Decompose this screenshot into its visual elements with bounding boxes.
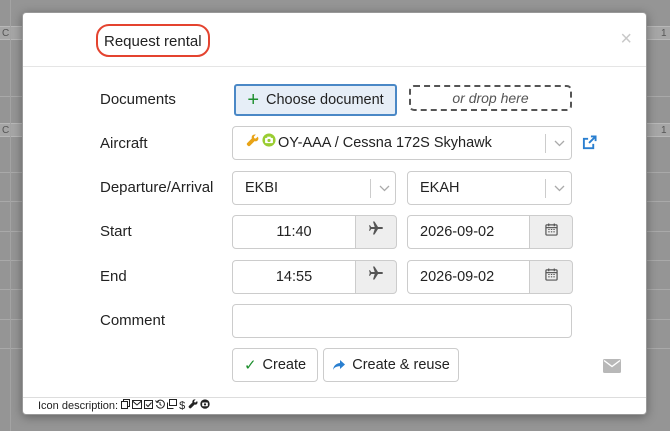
create-and-reuse-label: Create & reuse [352,357,450,373]
aircraft-label: Aircraft [100,135,148,152]
start-time-input[interactable]: 11:40 [232,215,397,249]
calendar-icon [544,216,558,248]
checkbox-icon [144,398,154,414]
comment-input[interactable] [232,304,572,338]
check-icon: ✓ [243,357,257,374]
start-label: Start [100,223,132,240]
request-rental-modal: Request rental × Documents + Choose docu… [22,12,647,415]
end-label: End [100,268,127,285]
print-icon [167,398,178,414]
close-icon[interactable]: × [620,28,632,50]
start-date-input[interactable]: 2026-09-02 [407,215,573,249]
create-button[interactable]: ✓ Create [232,348,318,382]
arrival-select[interactable]: EKAH [407,171,572,205]
background-col-marker: C [2,125,10,136]
history-icon [155,398,165,414]
end-arrival-button[interactable] [355,260,397,294]
icon-legend-icons: $ [121,398,210,414]
background-col-marker: 1 [661,28,667,39]
comment-label: Comment [100,312,166,329]
envelope-icon[interactable] [603,359,621,378]
airplane-icon [368,261,384,293]
background-col-marker: C [2,28,10,39]
start-date-value: 2026-09-02 [420,224,495,240]
choose-document-button[interactable]: + Choose document [234,84,397,116]
icon-legend-footer: Icon description: $ [23,397,646,414]
share-icon [332,359,346,372]
aircraft-value: OY-AAA / Cessna 172S Skyhawk [278,135,492,151]
background-col-marker: 1 [661,125,667,136]
end-calendar-button[interactable] [529,260,573,294]
wrench-icon [188,398,198,414]
calendar-icon [544,261,558,293]
start-time-value: 11:40 [276,224,312,240]
create-label: Create [262,357,307,373]
aircraft-select[interactable]: OY-AAA / Cessna 172S Skyhawk [232,126,572,160]
start-calendar-button[interactable] [529,215,573,249]
chevron-down-icon [548,127,570,159]
icon-legend-label: Icon description: [38,400,119,412]
airplane-icon [368,216,384,248]
end-time-input[interactable]: 14:55 [232,260,397,294]
drop-zone-label: or drop here [452,90,529,106]
end-time-value: 14:55 [275,269,313,285]
departure-select[interactable]: EKBI [232,171,396,205]
external-link-icon[interactable] [582,135,597,155]
copy-icon [121,398,131,414]
documents-label: Documents [100,91,176,108]
departure-arrival-label: Departure/Arrival [100,179,214,196]
document-drop-zone[interactable]: or drop here [409,85,572,111]
modal-header: Request rental × [23,13,646,67]
start-departure-button[interactable] [355,215,397,249]
end-date-input[interactable]: 2026-09-02 [407,260,573,294]
camera-icon [200,398,210,414]
email-icon [132,398,143,414]
background-col-line [10,0,11,431]
dollar-icon: $ [179,400,187,412]
end-date-value: 2026-09-02 [420,269,495,285]
create-and-reuse-button[interactable]: Create & reuse [323,348,459,382]
close-button[interactable]: × [620,28,632,50]
arrival-value: EKAH [420,180,460,196]
choose-document-label: Choose document [266,92,384,108]
departure-value: EKBI [245,180,279,196]
wrench-icon [246,127,259,159]
chevron-down-icon [548,172,570,204]
plus-icon: + [247,89,259,111]
camera-icon [262,127,276,159]
chevron-down-icon [373,172,395,204]
modal-title: Request rental [96,24,210,57]
